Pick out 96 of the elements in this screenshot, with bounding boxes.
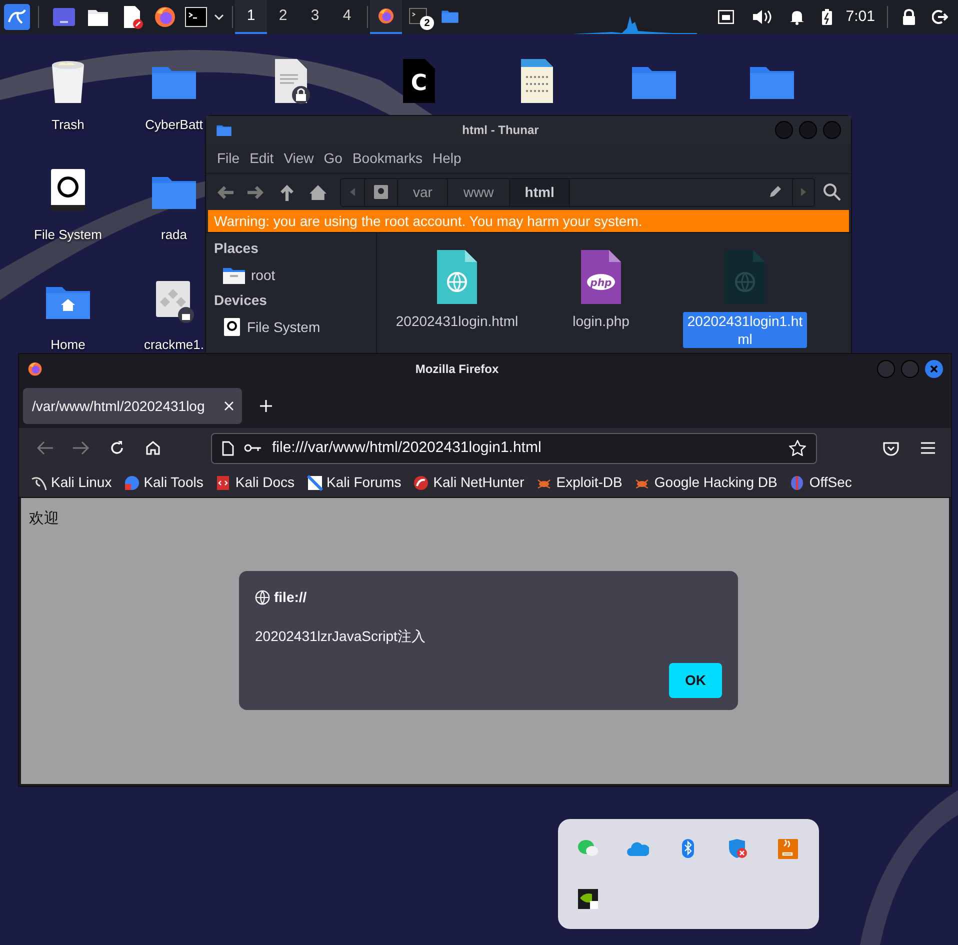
docs-icon [215,474,232,490]
tab-title: /var/www/html/20202431log [32,396,206,416]
bookmark-link[interactable]: Exploit-DB [536,472,622,493]
section-heading: Devices [214,291,268,310]
page-text: 欢迎 [29,509,59,529]
notification-bell-icon[interactable] [790,9,804,25]
drive-icon [374,185,388,199]
reload-icon[interactable] [109,440,125,456]
pencil-icon[interactable] [768,185,782,199]
browser-tab[interactable]: /var/www/html/20202431log [23,388,242,424]
workspace-button[interactable]: 1 [235,0,267,34]
bookmark-link[interactable]: Kali Tools [124,472,204,493]
home-folder-icon [223,266,245,284]
desktop-icon[interactable] [53,8,75,26]
lock-icon[interactable] [902,9,916,25]
file-name[interactable]: 20202431login.html [394,312,520,330]
dialog-title: file:// [274,588,307,607]
section-heading: Places [214,239,260,258]
icon-label[interactable]: Trash [52,115,84,134]
menu-item[interactable]: Edit [244,148,279,169]
url-text: file:///var/www/html/20202431login1.html [272,438,542,458]
warning-banner: Warning: you are using the root account. You may harm your system. [208,210,849,232]
up-arrow-icon[interactable] [278,184,296,200]
logout-icon[interactable] [932,9,948,25]
volume-icon[interactable] [752,9,772,25]
taskbar-button[interactable] [370,0,402,34]
firefox-icon [27,361,43,377]
workspace-button[interactable]: 3 [299,0,331,34]
window-title: Mozilla Firefox [414,361,500,378]
folder-icon[interactable] [87,7,109,27]
chevron-down-icon[interactable] [214,14,224,20]
icon-label[interactable]: CyberBatt [145,115,203,134]
sidebar-item[interactable]: File System [247,316,320,338]
menu-item[interactable]: View [278,148,319,169]
menu-item[interactable]: File [212,148,245,169]
home-icon[interactable] [309,184,327,200]
path-button[interactable]: var [398,178,448,206]
close-icon [930,365,938,373]
count-badge: 2 [420,16,434,30]
drive-icon [223,317,241,337]
back-arrow-icon[interactable] [216,184,234,200]
menu-item[interactable]: Go [318,148,348,169]
new-tab-plus-icon[interactable] [260,400,272,412]
php-file-icon[interactable]: php [579,248,623,306]
sidebar-item[interactable]: root [251,264,276,286]
menu-item[interactable]: Bookmarks [347,148,428,169]
triangle-left-icon [350,188,355,196]
bookmark-link[interactable]: Kali Forums [306,472,402,493]
back-arrow-icon[interactable] [37,441,53,455]
terminal-icon[interactable] [185,7,207,27]
coffee-cup-icon[interactable] [777,838,799,860]
network-icon[interactable] [718,10,734,24]
file-type-letter: C [410,70,428,98]
page-icon [222,440,234,456]
icon-label[interactable]: rada [160,225,188,244]
firefox-icon[interactable] [153,5,177,29]
icon-label[interactable]: crackme1. [144,335,204,354]
folder-icon [216,123,232,137]
triangle-right-icon [801,188,806,196]
firefox-icon [377,7,395,25]
menu-item[interactable]: Help [428,148,466,169]
workspace-button[interactable]: 4 [331,0,363,34]
file-name[interactable]: login.php [570,312,632,330]
folder-icon [441,8,459,24]
window-title: html - Thunar [461,122,540,139]
bookmark-link[interactable]: OffSec [789,472,852,493]
text-editor-icon[interactable] [121,5,143,29]
key-icon [244,443,262,453]
icon-label[interactable]: Home [50,335,86,354]
battery-icon[interactable] [822,9,832,25]
forward-arrow-icon[interactable] [73,441,89,455]
file-name[interactable]: 20202431login1.html [683,312,807,348]
address-bar[interactable]: file:///var/www/html/20202431login1.html [211,432,817,464]
clock-text[interactable]: 7:01 [846,6,875,28]
dialog-message: 20202431lzrJavaScript注入 [255,627,426,646]
globe-icon [255,590,270,605]
bookmark-link[interactable]: Google Hacking DB [634,472,778,493]
close-icon[interactable] [224,401,234,411]
taskbar-button[interactable]: 2 [402,0,434,34]
pocket-icon[interactable] [883,440,899,456]
bookmark-link[interactable]: Kali Linux [31,472,112,493]
search-icon[interactable] [823,183,841,201]
forward-arrow-icon[interactable] [247,184,265,200]
shield-error-icon[interactable] [727,838,749,860]
app-menu-icon[interactable] [4,4,30,30]
menu-icon[interactable] [921,442,935,454]
web-file-icon[interactable] [435,248,479,306]
workspace-button[interactable]: 2 [267,0,299,34]
ok-button[interactable]: OK [669,663,722,698]
star-icon[interactable] [789,440,806,456]
home-icon[interactable] [145,440,161,456]
path-button[interactable]: html [510,178,570,206]
icon-label[interactable]: File System [34,225,102,244]
bookmark-link[interactable]: Kali Docs [215,472,295,493]
bookmark-link[interactable]: Kali NetHunter [413,472,524,493]
close-button[interactable] [925,360,943,378]
